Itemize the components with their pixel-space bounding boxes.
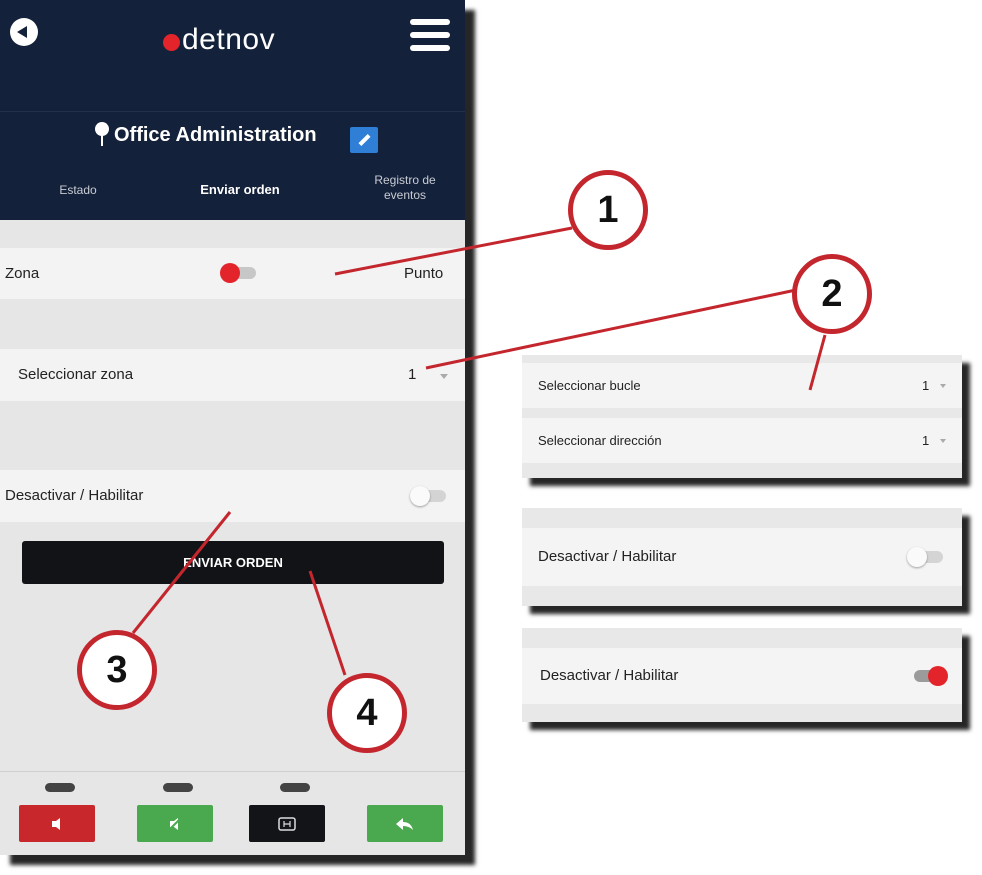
leader-line-3: [131, 511, 232, 634]
leader-line-4: [308, 570, 347, 676]
callout-leader-lines: [131, 226, 827, 676]
callout-4: 4: [327, 673, 407, 753]
callout-3: 3: [77, 630, 157, 710]
callout-2: 2: [792, 254, 872, 334]
leader-line-2a: [425, 288, 797, 370]
leader-line-2b: [808, 334, 827, 391]
callout-1: 1: [568, 170, 648, 250]
leader-line-1: [334, 226, 573, 276]
